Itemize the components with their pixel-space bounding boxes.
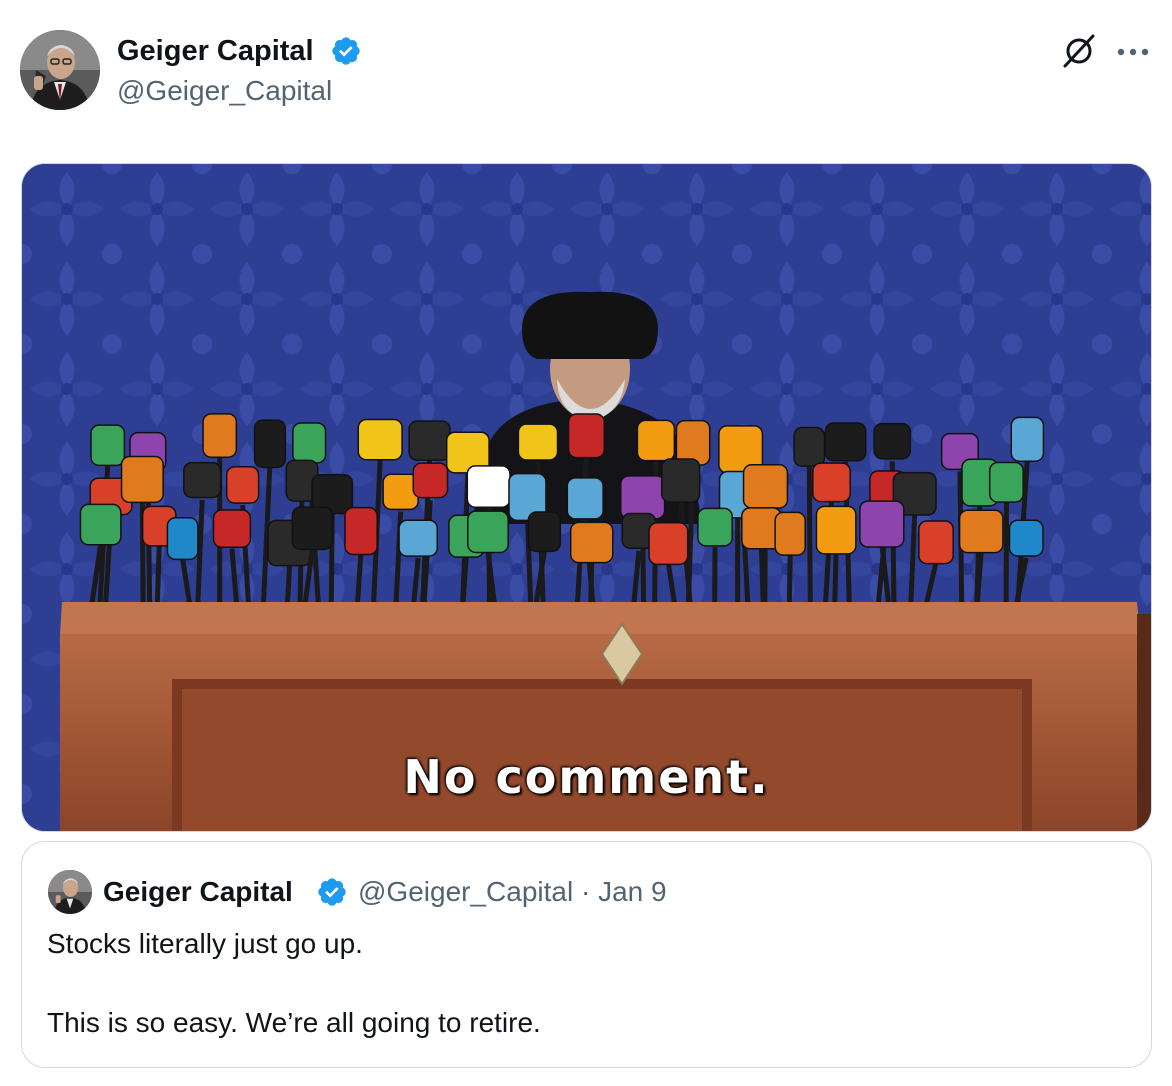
- quoted-text-line-2: This is so easy. We’re all going to reti…: [47, 1007, 541, 1038]
- quoted-date[interactable]: Jan 9: [598, 876, 667, 907]
- more-icon[interactable]: [1113, 40, 1153, 64]
- tweet-media-image[interactable]: No comment.: [21, 163, 1152, 832]
- press-conference-photo: [22, 164, 1151, 831]
- quoted-author-name: Geiger Capital: [103, 876, 293, 907]
- tweet: Geiger Capital @Geiger_Capital No commen…: [0, 0, 1172, 1086]
- grok-icon[interactable]: [1060, 32, 1098, 70]
- media-caption: No comment.: [403, 750, 770, 804]
- quoted-meta: @Geiger_Capital · Jan 9: [358, 874, 667, 910]
- quoted-tweet[interactable]: Geiger Capital @Geiger_Capital · Jan 9 S…: [21, 841, 1152, 1068]
- author-name[interactable]: Geiger Capital: [117, 32, 314, 70]
- quoted-author-handle: @Geiger_Capital: [358, 876, 574, 907]
- verified-badge-icon: [332, 37, 360, 65]
- author-avatar[interactable]: [20, 30, 100, 110]
- quoted-separator: ·: [580, 876, 591, 907]
- quoted-text-line-1: Stocks literally just go up.: [47, 928, 363, 959]
- quoted-author-avatar[interactable]: [48, 870, 92, 914]
- author-handle[interactable]: @Geiger_Capital: [117, 73, 332, 109]
- quoted-verified-badge-icon: [318, 878, 346, 906]
